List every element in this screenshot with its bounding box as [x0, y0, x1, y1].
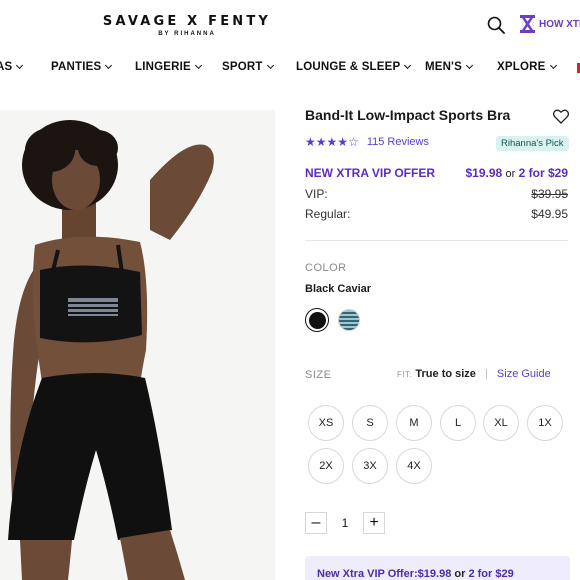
main-nav: AS PANTIES LINGERIE SPORT LOUNGE & SLEEP… [0, 61, 580, 79]
nav-item-label: SPORT [222, 61, 263, 73]
star-empty-icon: ☆ [348, 135, 359, 149]
vip-offer-label: NEW XTRA VIP OFFER [305, 166, 436, 180]
logo-subtitle: BY RIHANNA [158, 31, 216, 37]
offer-bundle: 2 for $29 [518, 166, 568, 180]
quantity-stepper: – 1 + [305, 512, 385, 534]
nav-item-label: MEN'S [425, 61, 462, 73]
nav-item-label: AS [0, 61, 13, 73]
xtra-vip-link[interactable]: HOW XTR [520, 15, 580, 33]
size-option-xl[interactable]: XL [483, 405, 519, 441]
offer-price: $19.98 or 2 for $29 [465, 166, 568, 180]
color-label: COLOR [305, 262, 347, 274]
fit-info: FIT: True to size | Size Guide [397, 368, 551, 380]
chevron-down-icon [465, 61, 474, 70]
size-option-s[interactable]: S [352, 405, 388, 441]
rihannas-pick-badge: Rihanna's Pick [496, 136, 569, 151]
star-icon: ★ [326, 135, 338, 149]
promo-label: New Xtra VIP Offer: [317, 568, 418, 580]
fit-value: True to size [415, 368, 476, 380]
nav-item-xplore[interactable]: XPLORE [497, 61, 557, 73]
swatch-dot [308, 311, 326, 329]
star-icon: ★ [315, 135, 327, 149]
size-option-1x[interactable]: 1X [527, 405, 563, 441]
color-swatch-black-caviar[interactable] [305, 308, 329, 332]
nav-item-lingerie[interactable]: LINGERIE [135, 61, 202, 73]
star-icon: ★ [305, 135, 316, 149]
size-label: SIZE [305, 369, 332, 381]
heart-icon[interactable] [553, 109, 569, 124]
star-icon: ★ [337, 135, 349, 149]
model-photo [0, 110, 275, 580]
vip-price-label: VIP: [305, 187, 328, 201]
quantity-decrease-button[interactable]: – [305, 512, 327, 534]
nav-item-label: LINGERIE [135, 61, 191, 73]
promo-or: or [454, 568, 466, 580]
nav-item-label: XPLORE [497, 61, 546, 73]
xtra-x-icon [520, 15, 535, 33]
promo-bundle: 2 for $29 [468, 568, 514, 580]
chevron-down-icon [404, 61, 412, 70]
size-option-2x[interactable]: 2X [308, 448, 344, 484]
fit-key: FIT: [397, 370, 413, 379]
size-option-m[interactable]: M [396, 405, 432, 441]
nav-item-label: LOUNGE & SLEEP [296, 61, 401, 73]
quantity-value[interactable]: 1 [327, 516, 363, 530]
color-swatch-striped[interactable] [338, 309, 360, 331]
size-option-4x[interactable]: 4X [396, 448, 432, 484]
regular-price-label: Regular: [305, 207, 351, 221]
vip-price: $39.95 [531, 187, 568, 201]
product-image[interactable] [0, 110, 275, 580]
nav-item-lounge-sleep[interactable]: LOUNGE & SLEEP [296, 61, 412, 73]
vip-offer-banner[interactable]: New Xtra VIP Offer:$19.98 or 2 for $29 [305, 556, 570, 580]
search-icon[interactable] [487, 16, 505, 34]
chevron-down-icon [549, 61, 557, 70]
nav-item-sport[interactable]: SPORT [222, 61, 274, 73]
nav-item-bras[interactable]: AS [0, 61, 24, 73]
xtra-link-label: HOW XTR [539, 18, 580, 30]
size-option-3x[interactable]: 3X [352, 448, 388, 484]
chevron-down-icon [16, 61, 24, 70]
promo-price: $19.98 [417, 568, 452, 580]
offer-or: or [505, 168, 516, 180]
chevron-down-icon [266, 61, 274, 70]
rating[interactable]: ★ ★ ★ ★ ☆ 115 Reviews [305, 136, 429, 148]
fit-separator: | [485, 368, 488, 380]
selected-color-name: Black Caviar [305, 283, 372, 295]
chevron-down-icon [194, 61, 202, 70]
regular-price: $49.95 [531, 207, 568, 221]
nav-item-mens[interactable]: MEN'S [425, 61, 474, 73]
nav-item-panties[interactable]: PANTIES [51, 61, 113, 73]
brand-logo[interactable]: SAVAGE X FENTY BY RIHANNA [92, 14, 282, 37]
product-title: Band-It Low-Impact Sports Bra [305, 107, 511, 123]
divider [305, 240, 568, 241]
chevron-down-icon [105, 61, 113, 70]
reviews-link[interactable]: 115 Reviews [367, 136, 429, 148]
size-option-xs[interactable]: XS [308, 405, 344, 441]
logo-wordmark: SAVAGE X FENTY [102, 14, 272, 29]
nav-item-label: PANTIES [51, 61, 102, 73]
size-option-l[interactable]: L [440, 405, 476, 441]
offer-price-value: $19.98 [465, 166, 503, 180]
size-guide-link[interactable]: Size Guide [497, 368, 551, 380]
quantity-increase-button[interactable]: + [363, 512, 385, 534]
